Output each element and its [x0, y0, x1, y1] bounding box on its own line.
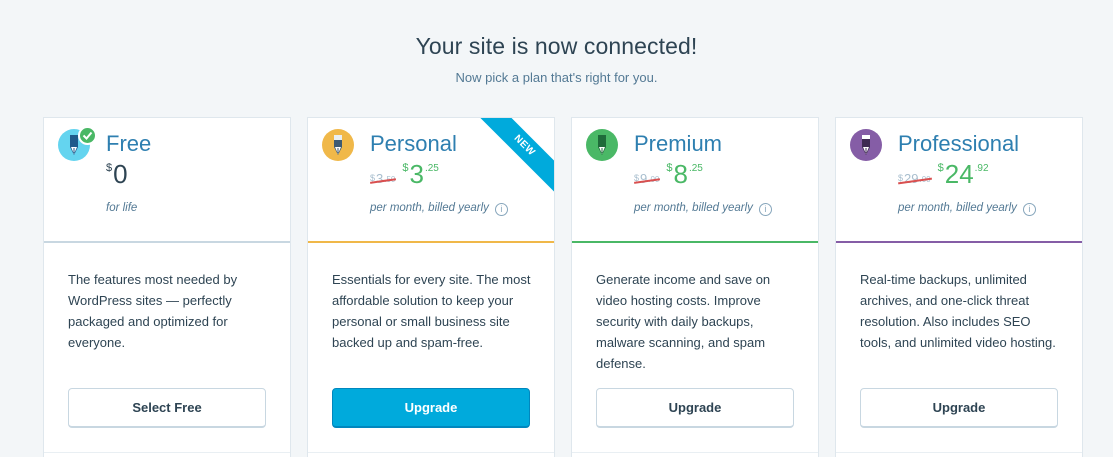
plan-price: $0 [106, 159, 128, 189]
check-icon [78, 126, 97, 145]
plan-card-professional: Professional $29.00$24.92 per month, bil… [835, 117, 1083, 457]
plan-divider [572, 241, 818, 243]
plan-name: Free [106, 131, 152, 156]
plan-card-premium: Premium $9.00 $8.25 per month, billed yea… [571, 117, 819, 457]
plan-divider [308, 241, 554, 243]
original-price: $29.00 [898, 165, 931, 193]
plan-divider [44, 241, 290, 243]
plan-card-free: Free $0 for life The features most neede… [43, 117, 291, 457]
info-icon[interactable]: i [1022, 203, 1036, 216]
billing-period: per month, billed yearly i [370, 202, 508, 216]
plan-name: Personal [370, 131, 457, 156]
plan-card-personal: Personal $3.50 $3.25 per month, billed ye… [307, 117, 555, 457]
original-price: $9.00 [634, 165, 659, 193]
upgrade-premium-button[interactable]: Upgrade [596, 388, 794, 428]
plan-price: $29.00$24.92 [898, 160, 989, 190]
billing-period: per month, billed yearly i [634, 202, 772, 216]
discounted-price: $24.92 [937, 159, 989, 189]
plan-description: The features most needed by WordPress si… [68, 272, 238, 350]
plan-description: Generate income and save on video hostin… [596, 272, 771, 371]
info-icon[interactable]: i [758, 203, 772, 216]
page-title: Your site is now connected! [415, 33, 698, 59]
plan-price: $3.50 $3.25 [370, 160, 439, 190]
new-ribbon: NEW [476, 118, 554, 196]
discounted-price: $3.25 [402, 159, 439, 189]
plan-description: Real-time backups, unlimited archives, a… [860, 272, 1056, 350]
personal-plan-icon [322, 129, 356, 163]
upgrade-professional-button[interactable]: Upgrade [860, 388, 1058, 428]
select-free-button[interactable]: Select Free [68, 388, 266, 428]
plan-divider [836, 241, 1082, 243]
discounted-price: $8.25 [666, 159, 703, 189]
plan-name: Premium [634, 131, 723, 156]
billing-period: for life [106, 202, 138, 214]
professional-plan-icon [850, 129, 884, 163]
page-subtitle: Now pick a plan that's right for you. [455, 70, 658, 85]
plan-name: Professional [898, 131, 1020, 156]
premium-plan-icon [586, 129, 620, 163]
info-icon[interactable]: i [494, 203, 508, 216]
original-price: $3.50 [370, 165, 395, 193]
billing-period: per month, billed yearly i [898, 202, 1036, 216]
upgrade-personal-button[interactable]: Upgrade [332, 388, 530, 428]
plan-description: Essentials for every site. The most affo… [332, 272, 531, 350]
free-plan-icon [58, 126, 97, 163]
plan-price: $9.00 $8.25 [634, 160, 703, 190]
